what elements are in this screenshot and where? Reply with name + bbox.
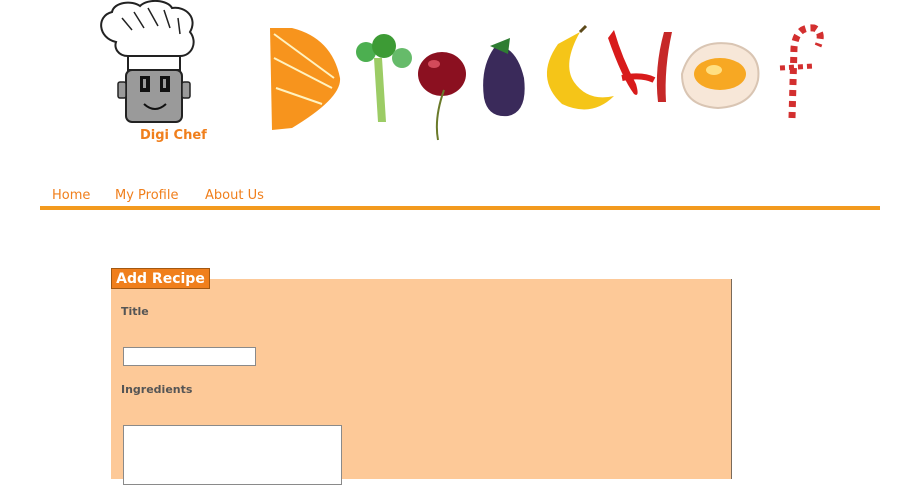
logo-text: Digi Chef [140,128,207,143]
nav-about-us[interactable]: About Us [205,188,264,203]
nav-divider [40,206,880,210]
title-input[interactable] [123,347,256,366]
nav-home[interactable]: Home [52,188,90,203]
ingredients-label: Ingredients [121,383,193,396]
add-recipe-tab: Add Recipe [111,268,210,289]
digichef-banner-image [270,24,824,141]
title-label: Title [121,305,149,318]
ingredients-textarea[interactable] [123,425,342,485]
nav-my-profile[interactable]: My Profile [115,188,178,203]
